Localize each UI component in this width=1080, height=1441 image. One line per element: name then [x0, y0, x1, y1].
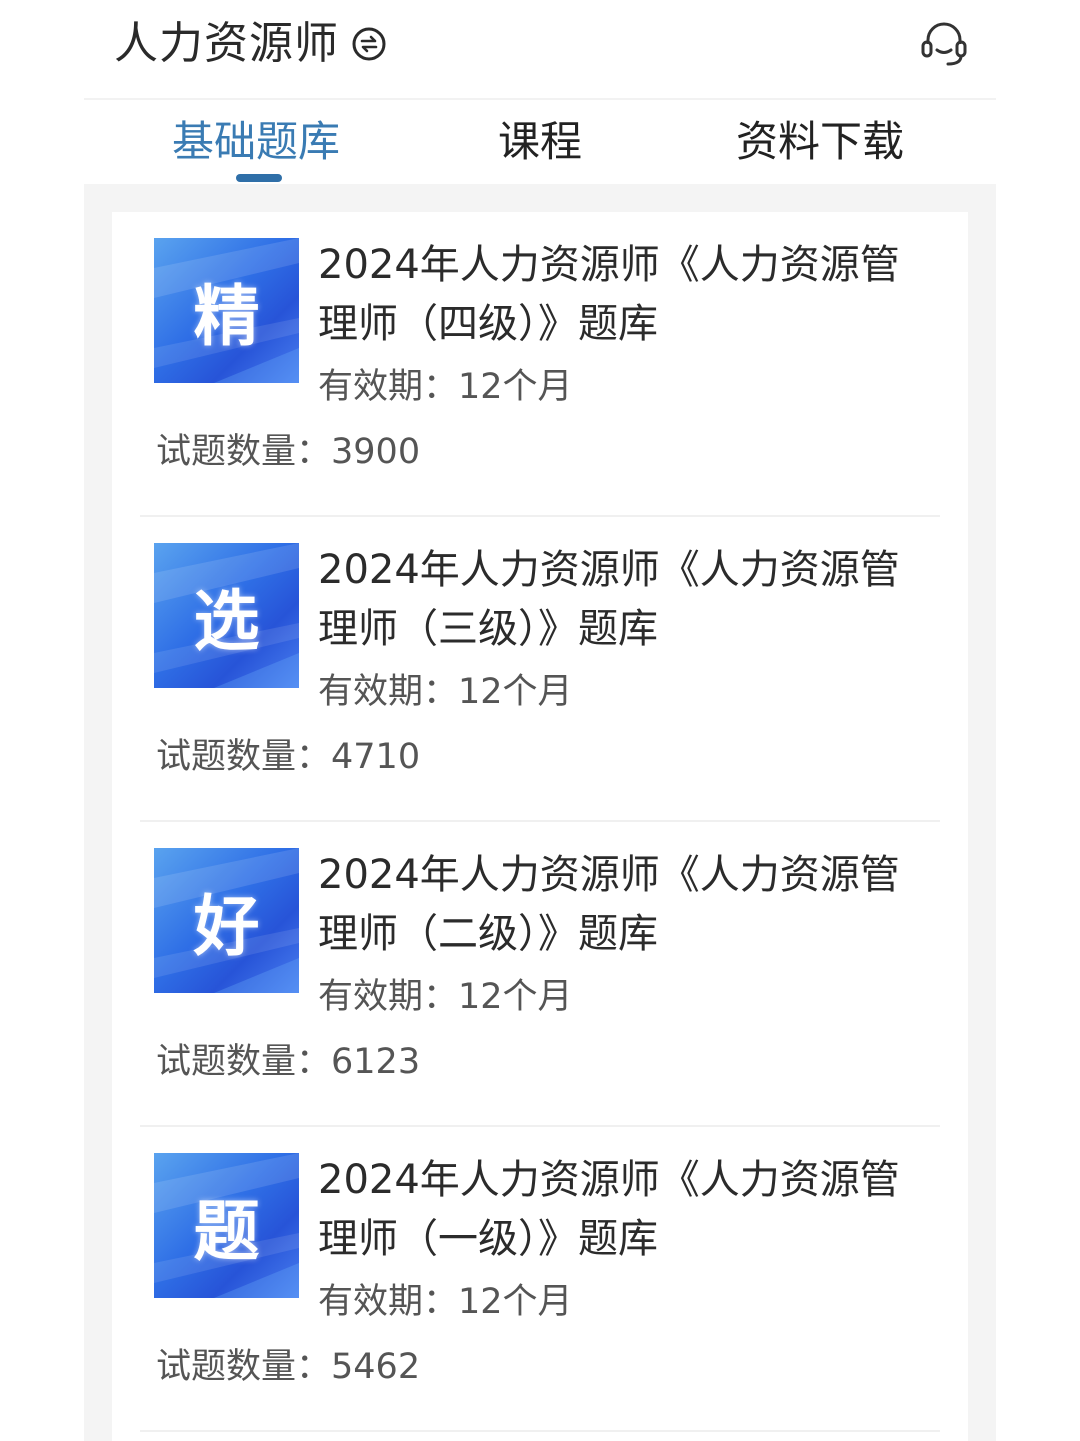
count-value: 3900	[331, 432, 421, 472]
switch-icon[interactable]	[351, 26, 387, 62]
item-validity: 有效期：12个月	[318, 1277, 573, 1327]
item-question-count: 试题数量：4710	[156, 732, 420, 782]
product-thumbnail: 题	[154, 1153, 299, 1298]
page-title: 人力资源师	[114, 18, 339, 69]
tab-question-bank[interactable]: 基础题库	[172, 114, 340, 170]
question-bank-list: 精 2024年人力资源师《人力资源管理师（四级）》题库 有效期：12个月 试题数…	[112, 212, 968, 1441]
list-item[interactable]: 题 2024年人力资源师《人力资源管理师（一级）》题库 有效期：12个月 试题数…	[112, 1127, 968, 1432]
item-validity: 有效期：12个月	[318, 972, 573, 1022]
product-thumbnail: 好	[154, 848, 299, 993]
count-label: 试题数量：	[156, 432, 332, 472]
list-item[interactable]: 精 2024年人力资源师《人力资源管理师（四级）》题库 有效期：12个月 试题数…	[112, 212, 968, 517]
tab-courses[interactable]: 课程	[498, 114, 582, 170]
thumbnail-glyph: 精	[193, 276, 260, 355]
tab-downloads[interactable]: 资料下载	[736, 114, 904, 170]
validity-label: 有效期：	[318, 1282, 459, 1322]
validity-label: 有效期：	[318, 367, 459, 407]
count-value: 6123	[331, 1042, 421, 1082]
headset-icon[interactable]	[918, 18, 970, 70]
item-question-count: 试题数量：3900	[156, 427, 420, 477]
item-title: 2024年人力资源师《人力资源管理师（一级）》题库	[318, 1157, 900, 1262]
item-question-count: 试题数量：6123	[156, 1037, 420, 1087]
item-title: 2024年人力资源师《人力资源管理师（三级）》题库	[318, 547, 900, 652]
product-thumbnail: 精	[154, 238, 299, 383]
validity-label: 有效期：	[318, 672, 459, 712]
list-item[interactable]: 好 2024年人力资源师《人力资源管理师（二级）》题库 有效期：12个月 试题数…	[112, 822, 968, 1127]
validity-value: 12个月	[458, 1282, 573, 1322]
divider	[140, 1430, 940, 1432]
count-value: 5462	[331, 1347, 421, 1387]
count-value: 4710	[331, 737, 421, 777]
exam-selector[interactable]: 人力资源师	[114, 14, 387, 74]
thumbnail-glyph: 好	[193, 886, 260, 965]
validity-label: 有效期：	[318, 977, 459, 1017]
item-question-count: 试题数量：5462	[156, 1342, 420, 1392]
validity-value: 12个月	[458, 367, 573, 407]
item-validity: 有效期：12个月	[318, 362, 573, 412]
item-title: 2024年人力资源师《人力资源管理师（二级）》题库	[318, 852, 900, 957]
active-tab-indicator	[236, 174, 282, 182]
thumbnail-glyph: 选	[193, 581, 260, 660]
count-label: 试题数量：	[156, 737, 332, 777]
thumbnail-glyph: 题	[193, 1191, 260, 1270]
tab-bar: 基础题库 课程 资料下载	[84, 100, 996, 184]
validity-value: 12个月	[458, 977, 573, 1017]
validity-value: 12个月	[458, 672, 573, 712]
product-thumbnail: 选	[154, 543, 299, 688]
count-label: 试题数量：	[156, 1042, 332, 1082]
count-label: 试题数量：	[156, 1347, 332, 1387]
app-header: 人力资源师	[84, 0, 996, 100]
list-item[interactable]: 选 2024年人力资源师《人力资源管理师（三级）》题库 有效期：12个月 试题数…	[112, 517, 968, 822]
item-validity: 有效期：12个月	[318, 667, 573, 717]
item-title: 2024年人力资源师《人力资源管理师（四级）》题库	[318, 242, 900, 347]
